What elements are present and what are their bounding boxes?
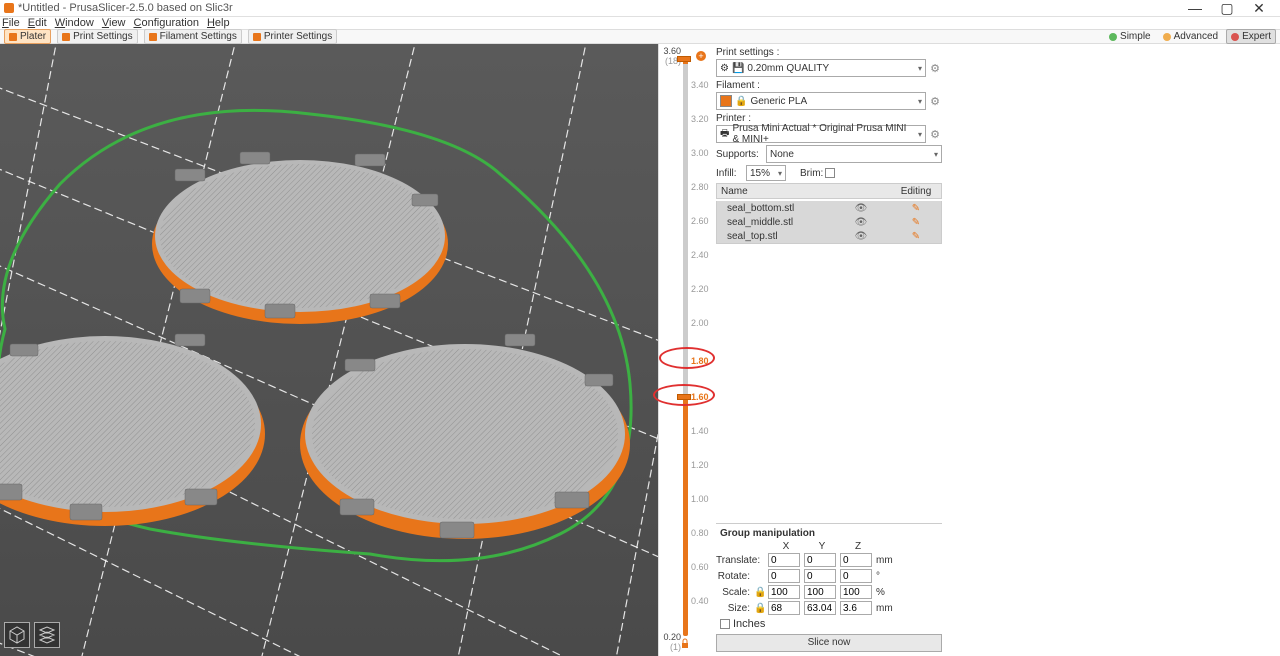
slider-handle-top[interactable] xyxy=(677,56,691,62)
size-z-input[interactable] xyxy=(840,601,872,615)
filament-color-swatch xyxy=(720,95,732,107)
slice-now-button[interactable]: Slice now xyxy=(716,634,942,652)
filament-edit-icon[interactable]: ⚙ xyxy=(928,94,942,108)
scale-x-input[interactable] xyxy=(768,585,800,599)
inches-checkbox[interactable] xyxy=(720,619,730,629)
rotate-x-input[interactable] xyxy=(768,569,800,583)
toolbar: Plater Print Settings Filament Settings … xyxy=(0,29,1280,44)
blank-area xyxy=(946,44,1280,656)
object-row[interactable]: seal_bottom.stl 👁 ✎ xyxy=(717,201,941,215)
object-row[interactable]: seal_top.stl 👁 ✎ xyxy=(717,229,941,243)
tab-print-settings[interactable]: Print Settings xyxy=(57,29,137,44)
3d-viewport[interactable] xyxy=(0,44,658,656)
menu-view[interactable]: View xyxy=(102,17,126,29)
minimize-button[interactable]: — xyxy=(1188,0,1202,17)
slider-handle-bottom[interactable] xyxy=(677,394,691,400)
menubar: File Edit Window View Configuration Help xyxy=(0,17,1280,29)
rotate-y-input[interactable] xyxy=(804,569,836,583)
titlebar: *Untitled - PrusaSlicer-2.5.0 based on S… xyxy=(0,0,1280,17)
print-settings-select[interactable]: ⚙ 💾 0.20mm QUALITY▾ xyxy=(716,59,926,77)
menu-window[interactable]: Window xyxy=(55,17,94,29)
group-manipulation-panel: Group manipulation X Y Z Translate: mm R… xyxy=(716,523,942,654)
menu-file[interactable]: File xyxy=(2,17,20,29)
infill-select[interactable]: 15%▾ xyxy=(746,165,786,181)
model-seal-top[interactable] xyxy=(152,152,448,324)
view-cube-icon[interactable] xyxy=(4,622,30,648)
brim-label: Brim: xyxy=(800,168,823,179)
tab-printer-settings[interactable]: Printer Settings xyxy=(248,29,337,44)
gear-icon: ⚙ xyxy=(720,63,729,74)
printer-icon: 🖶 xyxy=(720,126,729,143)
scale-z-input[interactable] xyxy=(840,585,872,599)
model-seal-middle[interactable] xyxy=(300,334,630,539)
save-icon: 💾 xyxy=(732,63,744,74)
printer-edit-icon[interactable]: ⚙ xyxy=(928,127,942,141)
add-color-change-icon[interactable]: + xyxy=(695,50,707,62)
brim-checkbox[interactable] xyxy=(825,168,835,178)
mode-advanced[interactable]: Advanced xyxy=(1159,29,1222,44)
scale-lock-icon[interactable]: 🔒 xyxy=(754,587,764,598)
model-seal-bottom[interactable] xyxy=(0,334,265,526)
size-lock-icon[interactable]: 🔒 xyxy=(754,603,764,614)
mode-expert[interactable]: Expert xyxy=(1226,29,1276,44)
rotate-z-input[interactable] xyxy=(840,569,872,583)
print-settings-edit-icon[interactable]: ⚙ xyxy=(928,61,942,75)
edit-icon[interactable]: ✎ xyxy=(891,231,941,242)
slider-lock-icon[interactable] xyxy=(679,638,691,650)
supports-select[interactable]: None▾ xyxy=(766,145,942,163)
eye-icon[interactable]: 👁 xyxy=(831,203,891,214)
slider-bottom-layers: (1) xyxy=(661,642,681,652)
object-list: seal_bottom.stl 👁 ✎ seal_middle.stl 👁 ✎ … xyxy=(716,201,942,244)
printer-select[interactable]: 🖶 Prusa Mini Actual * Original Prusa MIN… xyxy=(716,125,926,143)
slider-top-value: 3.60 xyxy=(663,46,681,56)
object-list-header: Name Editing xyxy=(716,183,942,199)
menu-help[interactable]: Help xyxy=(207,17,230,29)
mode-simple[interactable]: Simple xyxy=(1105,29,1155,44)
filament-select[interactable]: 🔒 Generic PLA▾ xyxy=(716,92,926,110)
maximize-button[interactable]: ▢ xyxy=(1220,0,1234,17)
infill-label: Infill: xyxy=(716,168,744,179)
sidebar: Print settings : ⚙ 💾 0.20mm QUALITY▾ ⚙ F… xyxy=(714,44,946,656)
supports-label: Supports: xyxy=(716,149,764,160)
edit-icon[interactable]: ✎ xyxy=(891,203,941,214)
app-icon xyxy=(4,3,14,13)
svg-text:+: + xyxy=(698,51,703,61)
translate-x-input[interactable] xyxy=(768,553,800,567)
object-row[interactable]: seal_middle.stl 👁 ✎ xyxy=(717,215,941,229)
lock-icon: 🔒 xyxy=(735,96,747,107)
layers-view-icon[interactable] xyxy=(34,622,60,648)
menu-configuration[interactable]: Configuration xyxy=(134,17,199,29)
print-settings-label: Print settings : xyxy=(716,46,942,59)
tab-filament-settings[interactable]: Filament Settings xyxy=(144,29,242,44)
translate-z-input[interactable] xyxy=(840,553,872,567)
size-y-input[interactable] xyxy=(804,601,836,615)
slider-bottom-value: 0.20 xyxy=(661,632,681,642)
layer-slider[interactable]: 3.60 (18) + 3.40 3.20 3.00 2.80 2.60 2.4… xyxy=(658,44,714,656)
tab-plater[interactable]: Plater xyxy=(4,29,51,44)
eye-icon[interactable]: 👁 xyxy=(831,231,891,242)
filament-label: Filament : xyxy=(716,79,942,92)
menu-edit[interactable]: Edit xyxy=(28,17,47,29)
window-title: *Untitled - PrusaSlicer-2.5.0 based on S… xyxy=(18,2,1188,14)
edit-icon[interactable]: ✎ xyxy=(891,217,941,228)
translate-y-input[interactable] xyxy=(804,553,836,567)
scale-y-input[interactable] xyxy=(804,585,836,599)
size-x-input[interactable] xyxy=(768,601,800,615)
eye-icon[interactable]: 👁 xyxy=(831,217,891,228)
close-button[interactable]: ✕ xyxy=(1252,0,1266,17)
